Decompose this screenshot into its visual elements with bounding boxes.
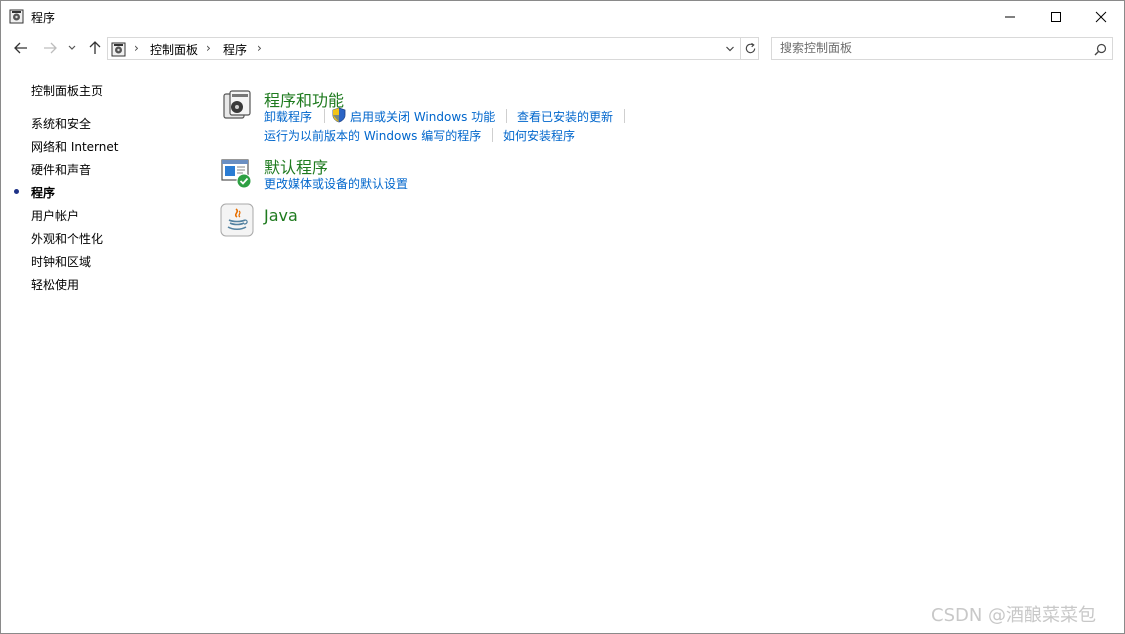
forward-button[interactable] (40, 38, 60, 58)
close-icon (1095, 11, 1107, 22)
sidebar-item-user-accounts[interactable]: 用户帐户 (31, 207, 79, 224)
recent-locations-button[interactable] (65, 38, 79, 58)
programs-location-icon (111, 41, 127, 57)
refresh-icon (745, 42, 755, 54)
link-change-media-defaults[interactable]: 更改媒体或设备的默认设置 (264, 175, 408, 192)
link-uninstall-program[interactable]: 卸载程序 (264, 108, 312, 125)
link-how-to-install[interactable]: 如何安装程序 (503, 127, 575, 144)
link-separator (324, 109, 325, 123)
control-panel-window: 程序 › 控制面板 › 程序 › 搜索控制面板 控制面板主页 系统和安全 网络和… (0, 0, 1125, 634)
address-bar[interactable]: › 控制面板 › 程序 › (107, 37, 759, 60)
programs-app-icon (9, 8, 25, 24)
minimize-icon (1005, 16, 1015, 17)
maximize-button[interactable] (1033, 1, 1079, 32)
sidebar-item-programs[interactable]: 程序 (31, 184, 55, 201)
arrow-up-icon (89, 41, 101, 54)
link-separator (624, 109, 625, 123)
refresh-button[interactable] (740, 38, 759, 59)
sidebar-item-network-internet[interactable]: 网络和 Internet (31, 138, 118, 155)
default-programs-icon[interactable] (220, 156, 254, 190)
uac-shield-icon (332, 107, 346, 123)
search-icon[interactable] (1092, 41, 1108, 57)
breadcrumb-separator-icon[interactable]: › (206, 41, 211, 55)
arrow-right-icon (44, 42, 57, 54)
category-title-java[interactable]: Java (264, 206, 298, 225)
back-button[interactable] (11, 38, 31, 58)
arrow-left-icon (14, 42, 27, 54)
sidebar-item-clock-region[interactable]: 时钟和区域 (31, 253, 91, 270)
chevron-down-icon (726, 46, 734, 52)
search-input[interactable] (780, 41, 1080, 55)
sidebar-item-control-panel-home[interactable]: 控制面板主页 (31, 82, 103, 99)
link-separator (506, 109, 507, 123)
sidebar-item-ease-of-access[interactable]: 轻松使用 (31, 276, 79, 293)
breadcrumb-control-panel[interactable]: 控制面板 (150, 41, 198, 58)
breadcrumb-programs[interactable]: 程序 (223, 41, 247, 58)
navigation-bar: › 控制面板 › 程序 › (1, 32, 1124, 64)
link-windows-features[interactable]: 启用或关闭 Windows 功能 (350, 108, 495, 125)
link-compatibility-programs[interactable]: 运行为以前版本的 Windows 编写的程序 (264, 127, 481, 144)
close-button[interactable] (1078, 1, 1124, 32)
search-box[interactable] (771, 37, 1113, 60)
main-content: 程序和功能 卸载程序 启用或关闭 Windows 功能 查看已安装的更新 运行为… (201, 64, 1121, 624)
breadcrumb-separator-icon[interactable]: › (257, 41, 262, 55)
java-icon[interactable] (220, 203, 254, 237)
breadcrumb-separator-icon[interactable]: › (134, 41, 139, 55)
sidebar-item-system-security[interactable]: 系统和安全 (31, 115, 91, 132)
address-dropdown-button[interactable] (722, 41, 738, 57)
watermark: CSDN @酒酿菜菜包 (931, 605, 1097, 626)
up-button[interactable] (85, 38, 105, 58)
chevron-down-icon (68, 45, 76, 50)
link-separator (492, 128, 493, 142)
link-installed-updates[interactable]: 查看已安装的更新 (517, 108, 613, 125)
sidebar-item-appearance[interactable]: 外观和个性化 (31, 230, 103, 247)
title-bar: 程序 (1, 1, 1124, 32)
maximize-icon (1051, 11, 1061, 22)
active-bullet-icon (14, 189, 19, 194)
sidebar-item-hardware-sound[interactable]: 硬件和声音 (31, 161, 91, 178)
minimize-button[interactable] (987, 1, 1033, 32)
window-title: 程序 (31, 11, 56, 25)
programs-features-icon[interactable] (220, 88, 254, 122)
sidebar: 控制面板主页 系统和安全 网络和 Internet 硬件和声音 程序 用户帐户 … (1, 64, 201, 624)
